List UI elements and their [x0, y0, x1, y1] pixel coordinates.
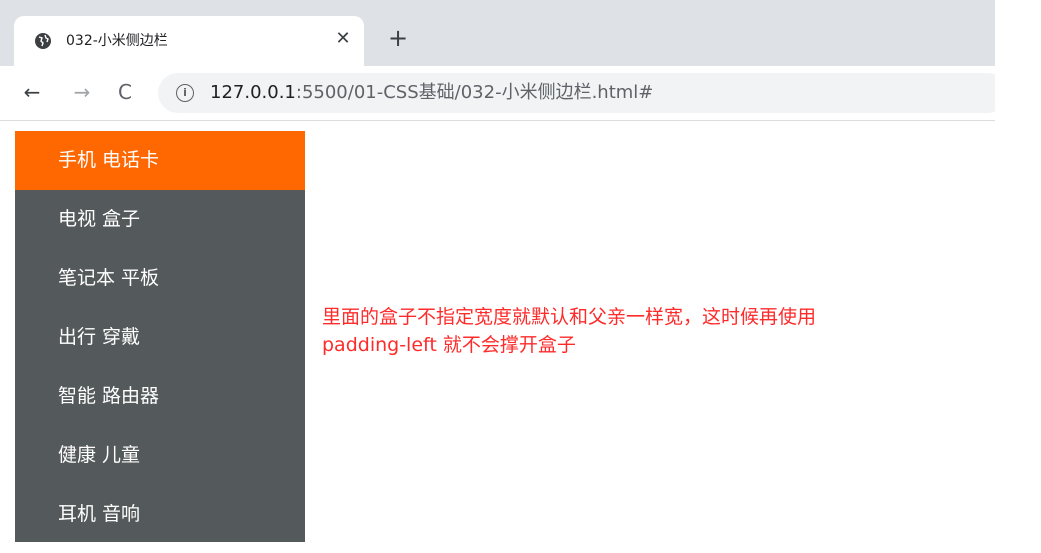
info-icon[interactable]: i: [176, 84, 194, 102]
sidebar-item-laptops[interactable]: 笔记本 平板: [15, 249, 305, 308]
sidebar-item-audio[interactable]: 耳机 音响: [15, 485, 305, 544]
tab-active[interactable]: 032-小米侧边栏 ✕: [14, 16, 364, 66]
tab-strip: 032-小米侧边栏 ✕ +: [0, 0, 995, 66]
forward-arrow-icon[interactable]: →: [70, 80, 94, 104]
close-icon[interactable]: ✕: [332, 28, 354, 50]
sidebar-item-phones[interactable]: 手机 电话卡: [15, 131, 305, 190]
url-text[interactable]: 127.0.0.1:5500/01-CSS基础/032-小米侧边栏.html#: [210, 82, 653, 104]
note-line-2: padding-left 就不会撑开盒子: [322, 334, 576, 356]
new-tab-button[interactable]: +: [386, 26, 410, 50]
page-content: 手机 电话卡 电视 盒子 笔记本 平板 出行 穿戴 智能 路由器 健康 儿童 耳…: [0, 121, 1041, 553]
sidebar-item-health-kids[interactable]: 健康 儿童: [15, 426, 305, 485]
address-bar[interactable]: i 127.0.0.1:5500/01-CSS基础/032-小米侧边栏.html…: [158, 73, 1008, 113]
sidebar-item-tv[interactable]: 电视 盒子: [15, 190, 305, 249]
url-path: :5500/01-CSS基础/032-小米侧边栏.html#: [295, 82, 654, 103]
reload-icon[interactable]: C: [113, 80, 137, 104]
back-arrow-icon[interactable]: ←: [20, 80, 44, 104]
explanation-note: 里面的盒子不指定宽度就默认和父亲一样宽，这时候再使用 padding-left …: [322, 303, 962, 359]
note-line-1: 里面的盒子不指定宽度就默认和父亲一样宽，这时候再使用: [322, 306, 817, 328]
sidebar-item-smart-routers[interactable]: 智能 路由器: [15, 367, 305, 426]
browser-toolbar: ← → C i 127.0.0.1:5500/01-CSS基础/032-小米侧边…: [0, 66, 1008, 121]
window-edge: [995, 0, 1041, 553]
category-sidebar: 手机 电话卡 电视 盒子 笔记本 平板 出行 穿戴 智能 路由器 健康 儿童 耳…: [15, 131, 305, 542]
url-host: 127.0.0.1: [210, 82, 296, 103]
tab-title: 032-小米侧边栏: [66, 33, 168, 49]
browser-window: 032-小米侧边栏 ✕ + ← → C i 127.0.0.1:5500/01-…: [0, 0, 1041, 553]
sidebar-item-wearables[interactable]: 出行 穿戴: [15, 308, 305, 367]
globe-icon: [34, 32, 52, 50]
